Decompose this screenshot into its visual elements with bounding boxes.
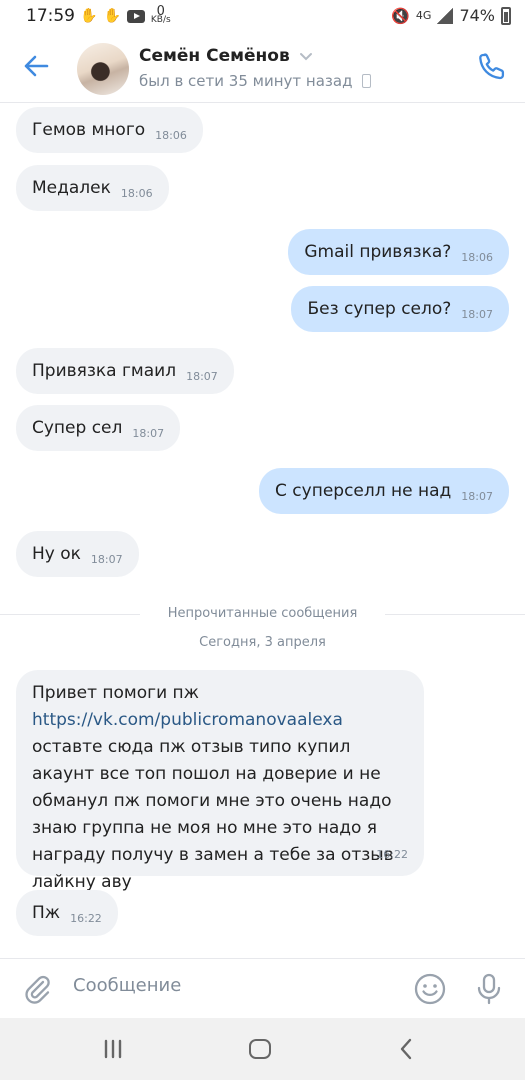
message-incoming[interactable]: Привязка гмаил 18:07 <box>16 348 234 394</box>
message-text: Привет помоги пж <box>32 683 199 703</box>
phone-call-icon[interactable] <box>477 51 507 81</box>
message-text: Гемов много <box>32 120 146 140</box>
message-text: Ну ок <box>32 544 81 564</box>
system-icons: 🔇 4G 74% <box>391 6 511 25</box>
avatar[interactable] <box>77 43 129 95</box>
hand-icon: ✋ <box>103 8 121 24</box>
message-time: 18:06 <box>461 251 493 264</box>
hand-icon: ✋ <box>80 8 98 24</box>
message-time: 18:07 <box>132 427 165 440</box>
message-time: 18:07 <box>461 308 493 321</box>
message-incoming[interactable]: Ну ок 18:07 <box>16 531 139 577</box>
unread-divider: Непрочитанные сообщения <box>0 605 525 625</box>
message-input[interactable]: Сообщение <box>73 975 181 996</box>
mute-icon: 🔇 <box>391 6 410 25</box>
recent-apps-icon[interactable] <box>102 1039 124 1059</box>
home-icon[interactable] <box>249 1039 271 1059</box>
message-outgoing[interactable]: Gmail привязка? 18:06 <box>288 229 509 275</box>
network-speed: 0 KB/s <box>150 4 171 25</box>
message-list[interactable]: Гемов много 18:06 Медалек 18:06 Gmail прив… <box>0 103 525 958</box>
message-text: оставте сюда пж отзыв типо купил акаунт … <box>32 737 394 892</box>
status-time: 17:59 <box>26 6 75 26</box>
notification-icons: ✋ ✋ 0 KB/s <box>80 4 171 25</box>
message-incoming[interactable]: Медалек 18:06 <box>16 165 169 211</box>
nav-back-icon[interactable] <box>398 1037 414 1061</box>
message-link[interactable]: https://vk.com/publicromanovaalexa <box>32 710 343 730</box>
date-divider: Сегодня, 3 апреля <box>199 635 326 650</box>
message-text: Привязка гмаил <box>32 361 177 381</box>
message-time: 18:07 <box>461 490 493 503</box>
mobile-device-icon <box>362 74 371 88</box>
unread-divider-label: Непрочитанные сообщения <box>167 606 358 621</box>
message-incoming[interactable]: Супер сел 18:07 <box>16 405 181 451</box>
message-time: 16:22 <box>376 848 408 861</box>
message-time: 18:06 <box>155 129 187 142</box>
message-text: Без супер село? <box>307 299 452 319</box>
message-text: Медалек <box>32 178 111 198</box>
contact-name[interactable]: Семён Семёнов <box>139 46 290 66</box>
message-composer: Сообщение <box>0 958 525 1019</box>
attach-paperclip-icon[interactable] <box>22 973 52 1005</box>
battery-percent: 74% <box>459 6 495 25</box>
message-text: Пж <box>32 903 61 923</box>
chevron-down-icon[interactable] <box>298 48 314 64</box>
message-time: 18:07 <box>186 370 218 383</box>
back-arrow-icon[interactable] <box>22 52 50 80</box>
signal-icon <box>437 7 454 24</box>
chat-header: Семён Семёнов был в сети 35 минут назад <box>0 34 525 103</box>
microphone-icon[interactable] <box>475 972 503 1006</box>
message-time: 18:07 <box>90 553 123 566</box>
message-outgoing[interactable]: С суперселл не над 18:07 <box>259 468 509 514</box>
message-incoming[interactable]: Привет помоги пж https://vk.com/publicro… <box>16 670 424 892</box>
message-text: Супер сел <box>32 418 123 438</box>
system-navigation-bar <box>0 1018 525 1080</box>
message-outgoing[interactable]: Без супер село? 18:07 <box>291 286 509 332</box>
emoji-smile-icon[interactable] <box>413 972 447 1006</box>
network-type: 4G <box>415 9 432 22</box>
message-text: Gmail привязка? <box>304 242 452 262</box>
message-time: 16:22 <box>70 912 102 925</box>
message-text: С суперселл не над <box>275 481 452 501</box>
message-time: 18:06 <box>120 187 153 200</box>
battery-icon <box>501 6 511 25</box>
last-seen-status: был в сети 35 минут назад <box>139 72 353 90</box>
message-incoming[interactable]: Гемов много 18:06 <box>16 107 203 153</box>
youtube-icon <box>126 9 145 23</box>
message-incoming[interactable]: Пж 16:22 <box>16 890 118 936</box>
status-bar: 17:59 ✋ ✋ 0 KB/s 🔇 4G 74% <box>0 0 525 34</box>
